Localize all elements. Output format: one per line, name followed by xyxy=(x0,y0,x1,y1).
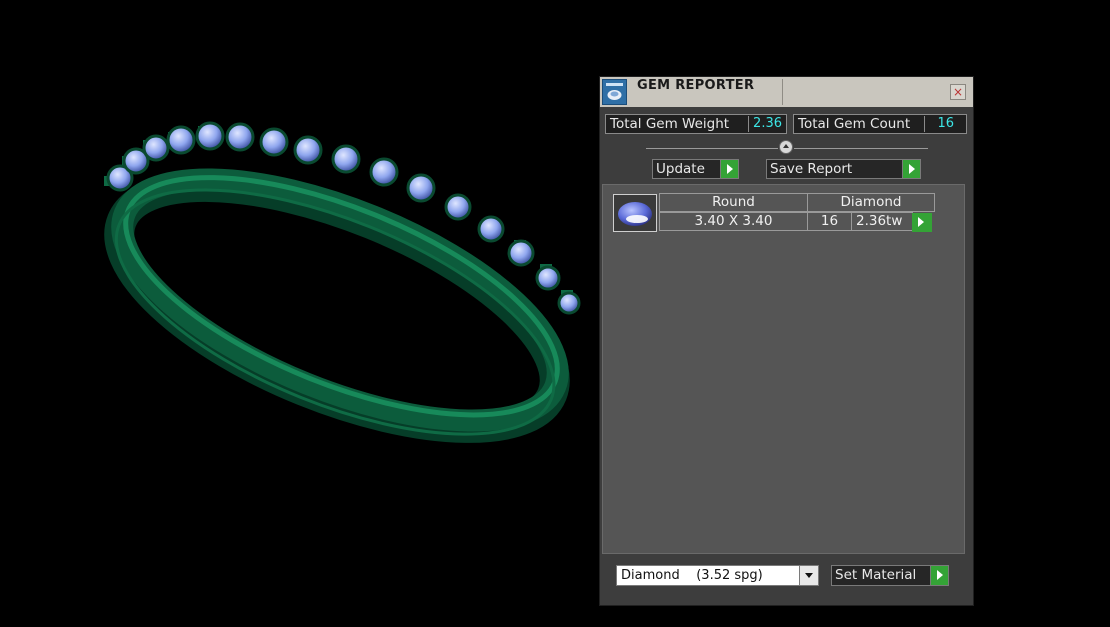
3d-viewport[interactable] xyxy=(0,0,595,623)
gem-shape-cell: Round xyxy=(659,193,808,212)
total-gem-weight-label: Total Gem Weight xyxy=(610,116,730,132)
update-label: Update xyxy=(656,161,705,177)
title-bar[interactable]: GEM REPORTER × xyxy=(600,77,973,107)
update-button[interactable]: Update xyxy=(652,159,739,179)
gem-row-action-button[interactable] xyxy=(912,213,932,232)
save-report-label: Save Report xyxy=(770,161,853,177)
gem-reporter-icon xyxy=(602,79,627,105)
collapse-handle[interactable] xyxy=(779,140,793,154)
gem-count-cell: 16 xyxy=(807,212,852,231)
play-arrow-icon xyxy=(930,566,948,585)
total-gem-count-label: Total Gem Count xyxy=(798,116,911,132)
play-arrow-icon xyxy=(720,160,738,178)
chevron-down-icon[interactable] xyxy=(799,566,818,585)
gem-list[interactable]: Round Diamond 3.40 X 3.40 16 2.36tw xyxy=(602,184,965,554)
ring-model xyxy=(104,121,581,443)
total-gem-weight-value: 2.36 xyxy=(748,116,786,132)
round-gem-icon[interactable] xyxy=(613,194,657,232)
total-gem-weight-box: Total Gem Weight 2.36 xyxy=(605,114,787,134)
gem-reporter-panel: GEM REPORTER × Total Gem Weight 2.36 Tot… xyxy=(599,76,974,606)
material-select-value: Diamond (3.52 spg) xyxy=(621,568,763,583)
gem-size-cell: 3.40 X 3.40 xyxy=(659,212,808,231)
title-divider xyxy=(782,79,783,105)
play-arrow-icon xyxy=(902,160,920,178)
play-arrow-icon xyxy=(912,213,932,232)
set-material-label: Set Material xyxy=(835,567,917,583)
close-button[interactable]: × xyxy=(950,84,966,100)
close-icon: × xyxy=(952,85,964,99)
splitter-line-left xyxy=(646,148,778,149)
gem-weight-cell: 2.36tw xyxy=(851,212,913,231)
gem-material-cell: Diamond xyxy=(807,193,935,212)
save-report-button[interactable]: Save Report xyxy=(766,159,921,179)
panel-title: GEM REPORTER xyxy=(637,78,755,93)
splitter-line-right xyxy=(794,148,928,149)
total-gem-count-box: Total Gem Count 16 xyxy=(793,114,967,134)
material-select[interactable]: Diamond (3.52 spg) xyxy=(616,565,819,586)
total-gem-count-value: 16 xyxy=(924,116,966,132)
set-material-button[interactable]: Set Material xyxy=(831,565,949,586)
